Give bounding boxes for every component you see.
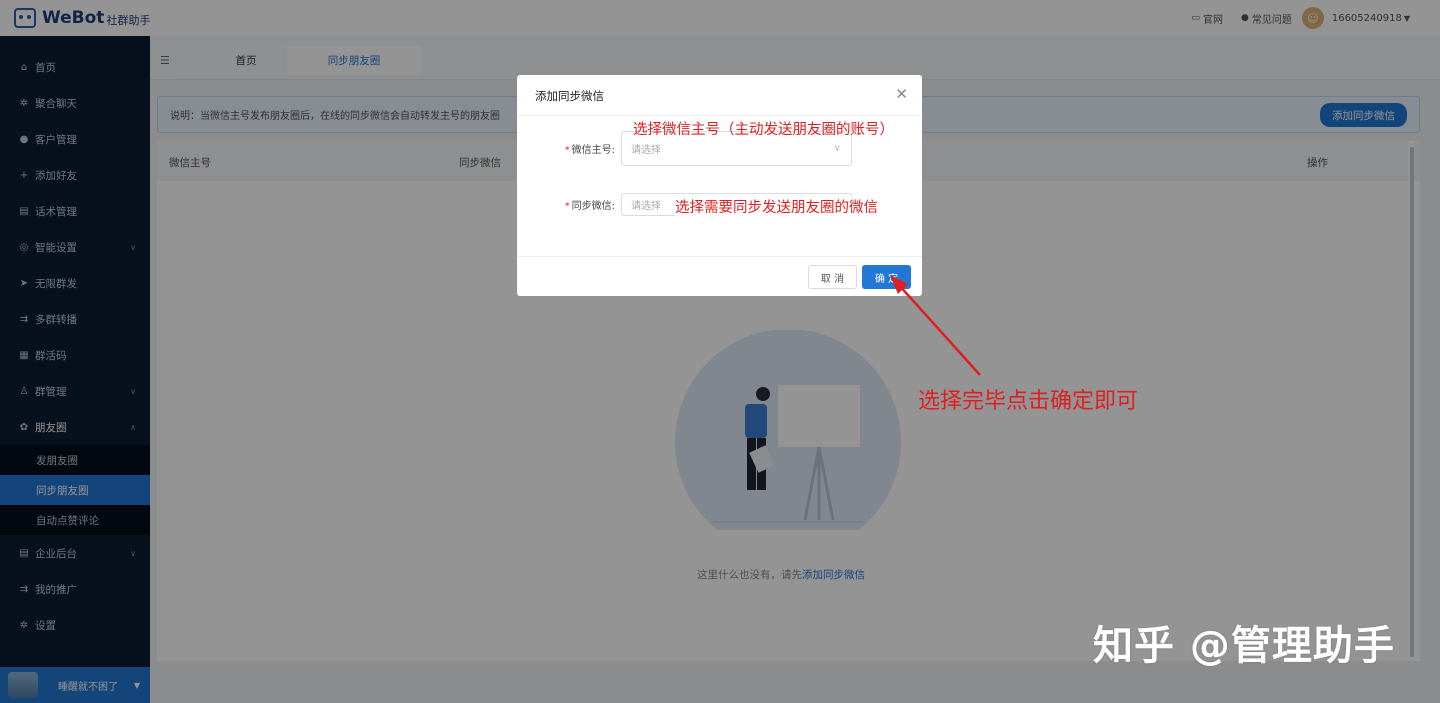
required-mark: * (564, 145, 570, 156)
annotation-confirm: 选择完毕点击确定即可 (918, 389, 1139, 414)
field-label: 微信主号: (571, 145, 615, 156)
annotation-main-wechat: 选择微信主号（主动发送朋友圈的账号） (633, 122, 894, 138)
select-placeholder: 请选择 (631, 201, 661, 212)
add-sync-dialog: 添加同步微信 ✕ * 微信主号: 请选择 ∨ * 同步微信: 请选择 取 消 确 定 (517, 75, 922, 296)
main-wechat-label: * 微信主号: (517, 141, 621, 156)
select-placeholder: 请选择 (631, 145, 661, 156)
field-label: 同步微信: (571, 201, 615, 212)
dialog-title: 添加同步微信 (535, 89, 604, 103)
close-icon[interactable]: ✕ (895, 85, 908, 103)
divider (517, 256, 922, 257)
sync-wechat-label: * 同步微信: (517, 197, 621, 212)
cancel-button[interactable]: 取 消 (808, 265, 857, 289)
annotation-sync-wechat: 选择需要同步发送朋友圈的微信 (675, 196, 878, 217)
annotation-arrow-icon (890, 275, 981, 376)
watermark: 知乎 @管理助手 (1093, 623, 1395, 669)
divider (517, 115, 922, 116)
chevron-down-icon: ∨ (833, 143, 841, 154)
required-mark: * (564, 201, 570, 212)
